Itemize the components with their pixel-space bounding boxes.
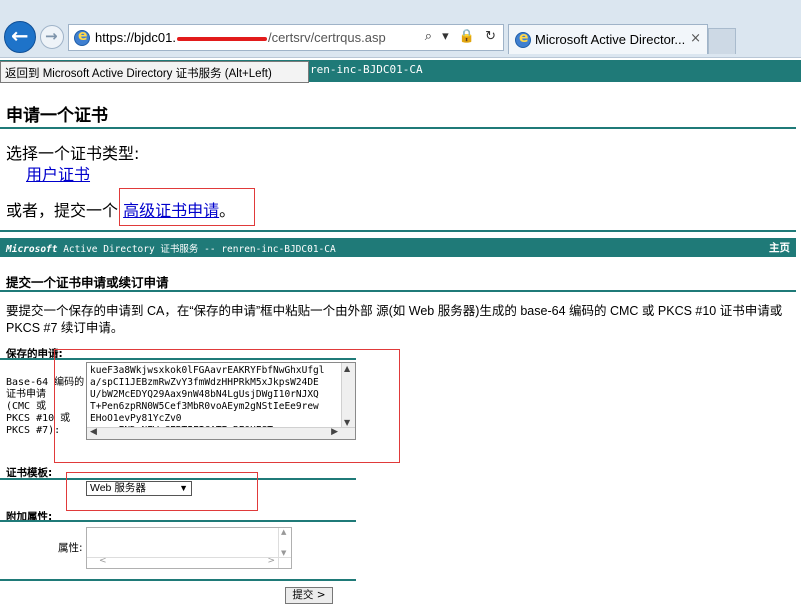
- attributes-textarea[interactable]: ▲ ▼ < >: [86, 527, 292, 569]
- instructions-text: 要提交一个保存的申请到 CA，在“保存的申请”框中粘贴一个由外部 源(如 Web…: [6, 304, 783, 335]
- attributes-label: 属性:: [58, 542, 83, 554]
- home-link[interactable]: 主页: [769, 240, 790, 255]
- new-tab-button[interactable]: [708, 28, 736, 54]
- submit-button[interactable]: 提交 >: [285, 587, 333, 604]
- tab-favicon-icon: [515, 30, 531, 48]
- page-title: 申请一个证书: [6, 106, 108, 126]
- address-bar[interactable]: https://bjdc01./certsrv/certrqus.asp ⌕ ▾…: [68, 24, 504, 51]
- tab-title: Microsoft Active Director...: [535, 32, 686, 47]
- browser-tab[interactable]: Microsoft Active Director... ×: [508, 24, 708, 54]
- ie-favicon-icon: [74, 28, 90, 46]
- banner-ca-name: ren-inc-BJDC01-CA: [310, 63, 423, 76]
- divider: [0, 579, 356, 581]
- user-certificate-link[interactable]: 用户证书: [26, 161, 90, 185]
- back-button[interactable]: [4, 21, 36, 53]
- header-banner-2: Microsoft Active Directory 证书服务 -- renre…: [0, 238, 796, 257]
- divider: [0, 520, 356, 522]
- address-url[interactable]: https://bjdc01./certsrv/certrqus.asp: [95, 30, 386, 45]
- highlight-box-request: [54, 349, 400, 463]
- back-tooltip: 返回到 Microsoft Active Directory 证书服务 (Alt…: [0, 61, 309, 83]
- address-tools-icons[interactable]: ⌕ ▾ 🔒 ↻: [425, 29, 499, 44]
- highlight-box-advanced: [119, 188, 255, 226]
- banner-title: Microsoft Active Directory 证书服务 -- renre…: [6, 244, 336, 255]
- highlight-box-template: [66, 472, 258, 511]
- browser-toolbar: https://bjdc01./certsrv/certrqus.asp ⌕ ▾…: [0, 0, 801, 58]
- close-tab-icon[interactable]: ×: [690, 31, 701, 46]
- redaction-mark: [176, 36, 267, 41]
- horizontal-scrollbar[interactable]: < >: [87, 556, 291, 568]
- divider: [0, 230, 796, 232]
- forward-button[interactable]: [40, 25, 64, 49]
- divider: [0, 290, 796, 292]
- divider: [0, 127, 796, 129]
- submit-request-title: 提交一个证书申请或续订申请: [6, 275, 169, 290]
